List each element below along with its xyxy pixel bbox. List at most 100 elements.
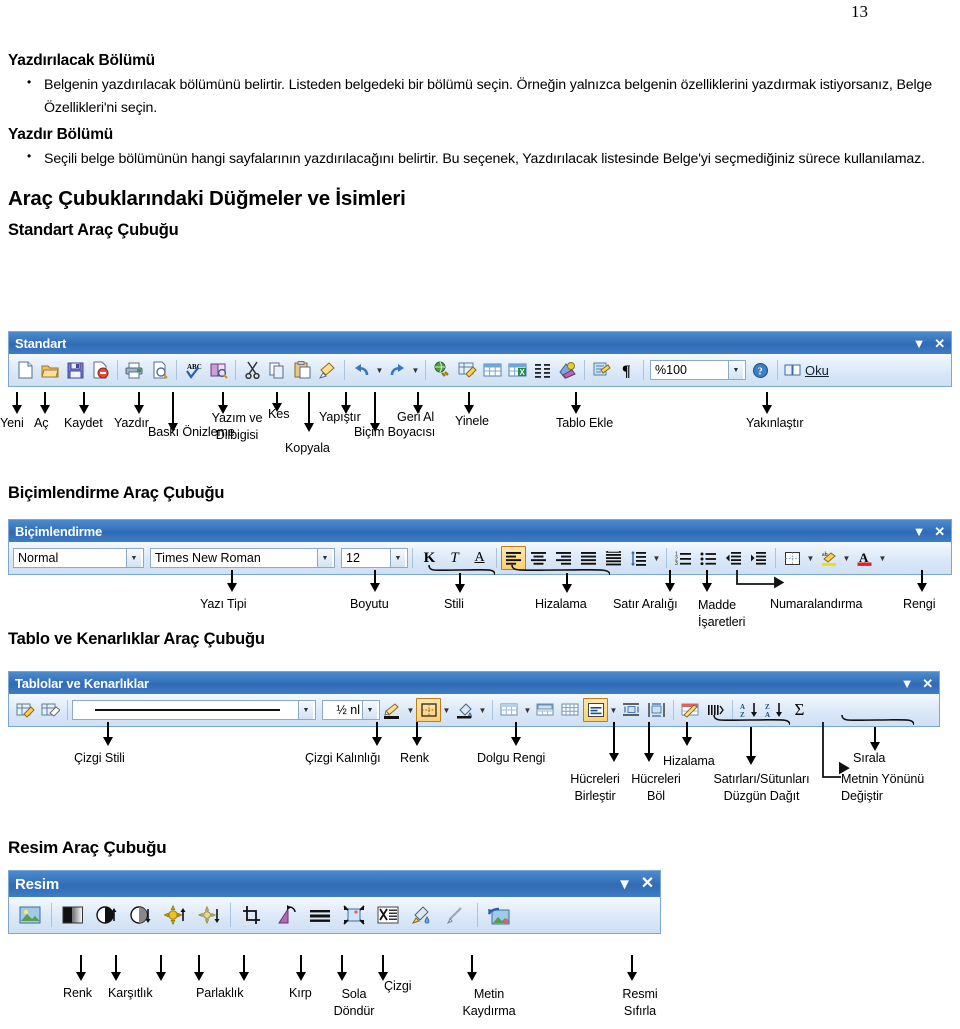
- numbered-list-icon[interactable]: 123: [671, 546, 696, 570]
- line-style-icon[interactable]: [303, 903, 337, 927]
- line-style-combo[interactable]: ▼: [72, 700, 316, 720]
- eraser-icon[interactable]: [38, 698, 63, 722]
- format-painter-icon[interactable]: [315, 358, 340, 382]
- merge-cells-icon[interactable]: [533, 698, 558, 722]
- tables-borders-icon[interactable]: [455, 358, 480, 382]
- font-combo[interactable]: Times New Roman ▼: [150, 548, 335, 568]
- help-icon[interactable]: ?: [748, 358, 773, 382]
- less-brightness-icon[interactable]: [192, 903, 226, 927]
- less-contrast-icon[interactable]: [124, 903, 158, 927]
- insert-hyperlink-icon[interactable]: [430, 358, 455, 382]
- columns-icon[interactable]: [530, 358, 555, 382]
- align-cell-dropdown-caret[interactable]: ▼: [608, 699, 619, 721]
- autosum-icon[interactable]: Σ: [787, 698, 812, 722]
- crop-icon[interactable]: [235, 903, 269, 927]
- redo-icon[interactable]: [385, 358, 410, 382]
- decrease-indent-icon[interactable]: [721, 546, 746, 570]
- split-cells-icon[interactable]: [558, 698, 583, 722]
- line-spacing-dropdown-caret[interactable]: ▼: [651, 547, 662, 569]
- mail-recipient-icon[interactable]: [88, 358, 113, 382]
- show-formatting-marks-icon[interactable]: ¶: [614, 358, 639, 382]
- highlight-dropdown-caret[interactable]: ▼: [841, 547, 852, 569]
- increase-indent-icon[interactable]: [746, 546, 771, 570]
- research-icon[interactable]: [206, 358, 231, 382]
- chevron-down-icon[interactable]: ▼: [298, 701, 313, 719]
- shading-color-icon[interactable]: [452, 698, 477, 722]
- list-item: Seçili belge bölümünün hangi sayfalarını…: [27, 147, 952, 171]
- distribute-rows-icon[interactable]: [619, 698, 644, 722]
- chevron-down-icon[interactable]: ▼: [317, 549, 332, 567]
- font-color-icon[interactable]: A: [852, 546, 877, 570]
- callout-arrow: [227, 570, 238, 592]
- svg-text:X: X: [520, 368, 526, 377]
- callout-label-karsitlik: Karşıtlık: [108, 986, 153, 1000]
- color-icon[interactable]: [56, 903, 90, 927]
- more-brightness-icon[interactable]: [158, 903, 192, 927]
- insert-table-icon[interactable]: [497, 698, 522, 722]
- chevron-down-icon[interactable]: ▼: [728, 361, 743, 379]
- insert-table-dropdown-caret[interactable]: ▼: [522, 699, 533, 721]
- style-combo[interactable]: Normal ▼: [13, 548, 144, 568]
- collapse-icon[interactable]: ▼: [913, 337, 926, 350]
- paste-icon[interactable]: [290, 358, 315, 382]
- close-icon[interactable]: ✕: [922, 677, 933, 690]
- document-map-icon[interactable]: [589, 358, 614, 382]
- border-color-icon[interactable]: [380, 698, 405, 722]
- toolbar-separator: [117, 360, 118, 380]
- outside-border-icon[interactable]: [416, 698, 441, 722]
- print-icon[interactable]: [122, 358, 147, 382]
- insert-table-icon[interactable]: [480, 358, 505, 382]
- callout-label-stili: Stili: [444, 597, 464, 611]
- spelling-grammar-icon[interactable]: ABC: [181, 358, 206, 382]
- close-icon[interactable]: ✕: [641, 876, 654, 892]
- redo-dropdown-caret[interactable]: ▼: [410, 359, 421, 381]
- copy-icon[interactable]: [265, 358, 290, 382]
- undo-icon[interactable]: [349, 358, 374, 382]
- zoom-combo[interactable]: %100 ▼: [650, 360, 746, 380]
- font-size-combo[interactable]: 12 ▼: [341, 548, 408, 568]
- save-disk-icon[interactable]: [63, 358, 88, 382]
- cut-scissors-icon[interactable]: [240, 358, 265, 382]
- print-preview-icon[interactable]: [147, 358, 172, 382]
- highlight-icon[interactable]: ab: [816, 546, 841, 570]
- draw-table-icon[interactable]: [13, 698, 38, 722]
- set-transparent-color-icon[interactable]: [439, 903, 473, 927]
- chevron-down-icon[interactable]: ▼: [390, 549, 405, 567]
- new-document-icon[interactable]: [13, 358, 38, 382]
- table-autoformat-icon[interactable]: [678, 698, 703, 722]
- format-picture-icon[interactable]: [405, 903, 439, 927]
- border-color-dropdown-caret[interactable]: ▼: [405, 699, 416, 721]
- collapse-icon[interactable]: ▼: [617, 877, 632, 892]
- shading-color-dropdown-caret[interactable]: ▼: [477, 699, 488, 721]
- text-wrapping-icon[interactable]: [371, 903, 405, 927]
- font-color-dropdown-caret[interactable]: ▼: [877, 547, 888, 569]
- line-spacing-icon[interactable]: [626, 546, 651, 570]
- close-icon[interactable]: ✕: [934, 337, 945, 350]
- outside-border-dropdown-caret[interactable]: ▼: [441, 699, 452, 721]
- toolbar-separator: [477, 903, 478, 927]
- rotate-left-icon[interactable]: [269, 903, 303, 927]
- reading-layout-button[interactable]: Oku: [784, 363, 829, 378]
- compress-pictures-icon[interactable]: [337, 903, 371, 927]
- line-weight-combo[interactable]: ½ nl ▼: [322, 700, 380, 720]
- borders-icon[interactable]: [780, 546, 805, 570]
- collapse-icon[interactable]: ▼: [901, 677, 914, 690]
- borders-dropdown-caret[interactable]: ▼: [805, 547, 816, 569]
- chevron-down-icon[interactable]: ▼: [362, 701, 377, 719]
- bulleted-list-icon[interactable]: [696, 546, 721, 570]
- undo-dropdown-caret[interactable]: ▼: [374, 359, 385, 381]
- bold-glyph: K: [423, 549, 436, 566]
- open-folder-icon[interactable]: [38, 358, 63, 382]
- reset-picture-icon[interactable]: [482, 903, 516, 927]
- callout-arrow: [372, 722, 383, 746]
- collapse-icon[interactable]: ▼: [913, 525, 926, 538]
- align-cell-icon[interactable]: [583, 698, 608, 722]
- close-icon[interactable]: ✕: [934, 525, 945, 538]
- drawing-icon[interactable]: [555, 358, 580, 382]
- insert-picture-icon[interactable]: [13, 903, 47, 927]
- chevron-down-icon[interactable]: ▼: [126, 549, 141, 567]
- more-contrast-icon[interactable]: [90, 903, 124, 927]
- distribute-columns-icon[interactable]: [644, 698, 669, 722]
- reading-layout-label: Oku: [805, 362, 829, 378]
- insert-excel-sheet-icon[interactable]: X: [505, 358, 530, 382]
